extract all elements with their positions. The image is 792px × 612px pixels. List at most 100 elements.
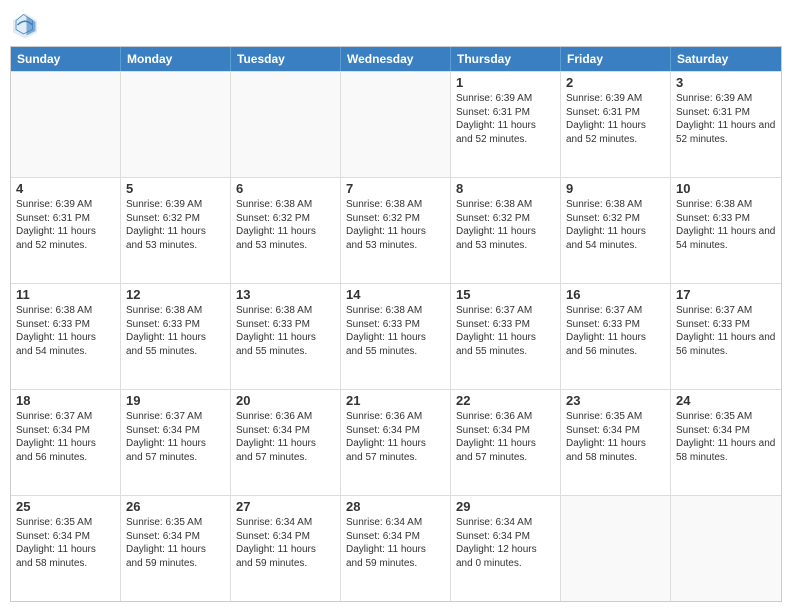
day-number: 9 — [566, 181, 665, 196]
day-number: 11 — [16, 287, 115, 302]
day-info: Sunrise: 6:36 AM Sunset: 6:34 PM Dayligh… — [346, 410, 445, 464]
day-info: Sunrise: 6:38 AM Sunset: 6:33 PM Dayligh… — [346, 304, 445, 358]
day-info: Sunrise: 6:38 AM Sunset: 6:32 PM Dayligh… — [456, 198, 555, 252]
day-number: 23 — [566, 393, 665, 408]
day-info: Sunrise: 6:39 AM Sunset: 6:31 PM Dayligh… — [676, 92, 776, 146]
cal-cell: 23Sunrise: 6:35 AM Sunset: 6:34 PM Dayli… — [561, 390, 671, 495]
day-number: 3 — [676, 75, 776, 90]
cal-cell: 15 Sunrise: 6:37 AM Sunset: 6:33 PM Dayli… — [451, 284, 561, 389]
cal-cell: 3 Sunrise: 6:39 AM Sunset: 6:31 PM Daylig… — [671, 72, 781, 177]
logo-icon — [10, 10, 40, 40]
cal-cell: 14 Sunrise: 6:38 AM Sunset: 6:33 PM Dayli… — [341, 284, 451, 389]
day-number: 7 — [346, 181, 445, 196]
day-number: 15 — [456, 287, 555, 302]
day-info: Sunrise: 6:39 AM Sunset: 6:32 PM Dayligh… — [126, 198, 225, 252]
day-info: Sunrise: 6:37 AM Sunset: 6:33 PM Dayligh… — [566, 304, 665, 358]
cal-header-wednesday: Wednesday — [341, 47, 451, 71]
day-info: Sunrise: 6:34 AM Sunset: 6:34 PM Dayligh… — [346, 516, 445, 570]
cal-header-sunday: Sunday — [11, 47, 121, 71]
day-info: Sunrise: 6:35 AM Sunset: 6:34 PM Dayligh… — [126, 516, 225, 570]
day-number: 25 — [16, 499, 115, 514]
cal-cell: 2 Sunrise: 6:39 AM Sunset: 6:31 PM Daylig… — [561, 72, 671, 177]
cal-week-3: 11 Sunrise: 6:38 AM Sunset: 6:33 PM Dayli… — [11, 283, 781, 389]
day-number: 6 — [236, 181, 335, 196]
cal-cell: 21Sunrise: 6:36 AM Sunset: 6:34 PM Dayli… — [341, 390, 451, 495]
day-number: 18 — [16, 393, 115, 408]
cal-cell: 6 Sunrise: 6:38 AM Sunset: 6:32 PM Daylig… — [231, 178, 341, 283]
cal-header-thursday: Thursday — [451, 47, 561, 71]
cal-header-saturday: Saturday — [671, 47, 781, 71]
day-number: 2 — [566, 75, 665, 90]
day-number: 14 — [346, 287, 445, 302]
cal-week-2: 4 Sunrise: 6:39 AM Sunset: 6:31 PM Daylig… — [11, 177, 781, 283]
cal-cell: 17 Sunrise: 6:37 AM Sunset: 6:33 PM Dayli… — [671, 284, 781, 389]
day-number: 28 — [346, 499, 445, 514]
day-info: Sunrise: 6:38 AM Sunset: 6:33 PM Dayligh… — [16, 304, 115, 358]
day-number: 4 — [16, 181, 115, 196]
day-number: 26 — [126, 499, 225, 514]
day-info: Sunrise: 6:34 AM Sunset: 6:34 PM Dayligh… — [456, 516, 555, 570]
cal-cell: 25 Sunrise: 6:35 AM Sunset: 6:34 PM Dayli… — [11, 496, 121, 601]
cal-cell — [11, 72, 121, 177]
calendar-header-row: SundayMondayTuesdayWednesdayThursdayFrid… — [11, 47, 781, 71]
calendar-body: 1 Sunrise: 6:39 AM Sunset: 6:31 PM Daylig… — [11, 71, 781, 601]
day-info: Sunrise: 6:34 AM Sunset: 6:34 PM Dayligh… — [236, 516, 335, 570]
cal-cell: 27 Sunrise: 6:34 AM Sunset: 6:34 PM Dayli… — [231, 496, 341, 601]
cal-cell: 13 Sunrise: 6:38 AM Sunset: 6:33 PM Dayli… — [231, 284, 341, 389]
day-info: Sunrise: 6:36 AM Sunset: 6:34 PM Dayligh… — [456, 410, 555, 464]
cal-cell: 10Sunrise: 6:38 AM Sunset: 6:33 PM Dayli… — [671, 178, 781, 283]
header — [10, 10, 782, 40]
day-number: 13 — [236, 287, 335, 302]
cal-cell: 1Sunrise: 6:39 AM Sunset: 6:31 PM Daylig… — [451, 72, 561, 177]
cal-header-tuesday: Tuesday — [231, 47, 341, 71]
cal-week-4: 18Sunrise: 6:37 AM Sunset: 6:34 PM Dayli… — [11, 389, 781, 495]
page: SundayMondayTuesdayWednesdayThursdayFrid… — [0, 0, 792, 612]
day-info: Sunrise: 6:35 AM Sunset: 6:34 PM Dayligh… — [676, 410, 776, 464]
cal-cell: 28 Sunrise: 6:34 AM Sunset: 6:34 PM Dayli… — [341, 496, 451, 601]
cal-cell: 22 Sunrise: 6:36 AM Sunset: 6:34 PM Dayli… — [451, 390, 561, 495]
day-info: Sunrise: 6:36 AM Sunset: 6:34 PM Dayligh… — [236, 410, 335, 464]
day-number: 5 — [126, 181, 225, 196]
day-number: 12 — [126, 287, 225, 302]
day-number: 19 — [126, 393, 225, 408]
cal-cell: 5 Sunrise: 6:39 AM Sunset: 6:32 PM Daylig… — [121, 178, 231, 283]
day-number: 22 — [456, 393, 555, 408]
day-info: Sunrise: 6:35 AM Sunset: 6:34 PM Dayligh… — [16, 516, 115, 570]
logo — [10, 10, 44, 40]
cal-cell: 19Sunrise: 6:37 AM Sunset: 6:34 PM Dayli… — [121, 390, 231, 495]
day-info: Sunrise: 6:39 AM Sunset: 6:31 PM Dayligh… — [16, 198, 115, 252]
day-number: 1 — [456, 75, 555, 90]
day-number: 27 — [236, 499, 335, 514]
cal-cell — [121, 72, 231, 177]
day-number: 20 — [236, 393, 335, 408]
calendar: SundayMondayTuesdayWednesdayThursdayFrid… — [10, 46, 782, 602]
cal-cell: 7 Sunrise: 6:38 AM Sunset: 6:32 PM Daylig… — [341, 178, 451, 283]
cal-cell: 16 Sunrise: 6:37 AM Sunset: 6:33 PM Dayli… — [561, 284, 671, 389]
day-number: 16 — [566, 287, 665, 302]
cal-cell — [341, 72, 451, 177]
day-number: 29 — [456, 499, 555, 514]
day-info: Sunrise: 6:38 AM Sunset: 6:32 PM Dayligh… — [236, 198, 335, 252]
cal-header-friday: Friday — [561, 47, 671, 71]
day-number: 17 — [676, 287, 776, 302]
day-info: Sunrise: 6:37 AM Sunset: 6:33 PM Dayligh… — [456, 304, 555, 358]
day-info: Sunrise: 6:39 AM Sunset: 6:31 PM Dayligh… — [566, 92, 665, 146]
day-number: 8 — [456, 181, 555, 196]
cal-cell: 12 Sunrise: 6:38 AM Sunset: 6:33 PM Dayli… — [121, 284, 231, 389]
day-info: Sunrise: 6:37 AM Sunset: 6:33 PM Dayligh… — [676, 304, 776, 358]
cal-week-5: 25 Sunrise: 6:35 AM Sunset: 6:34 PM Dayli… — [11, 495, 781, 601]
cal-cell: 29 Sunrise: 6:34 AM Sunset: 6:34 PM Dayli… — [451, 496, 561, 601]
cal-cell: 8 Sunrise: 6:38 AM Sunset: 6:32 PM Daylig… — [451, 178, 561, 283]
cal-cell: 4 Sunrise: 6:39 AM Sunset: 6:31 PM Daylig… — [11, 178, 121, 283]
cal-cell — [671, 496, 781, 601]
day-info: Sunrise: 6:38 AM Sunset: 6:32 PM Dayligh… — [566, 198, 665, 252]
cal-cell: 18Sunrise: 6:37 AM Sunset: 6:34 PM Dayli… — [11, 390, 121, 495]
cal-week-1: 1 Sunrise: 6:39 AM Sunset: 6:31 PM Daylig… — [11, 71, 781, 177]
cal-cell — [561, 496, 671, 601]
cal-cell: 20 Sunrise: 6:36 AM Sunset: 6:34 PM Dayli… — [231, 390, 341, 495]
cal-cell: 11 Sunrise: 6:38 AM Sunset: 6:33 PM Dayli… — [11, 284, 121, 389]
day-info: Sunrise: 6:38 AM Sunset: 6:32 PM Dayligh… — [346, 198, 445, 252]
day-info: Sunrise: 6:38 AM Sunset: 6:33 PM Dayligh… — [126, 304, 225, 358]
day-info: Sunrise: 6:38 AM Sunset: 6:33 PM Dayligh… — [236, 304, 335, 358]
day-number: 24 — [676, 393, 776, 408]
